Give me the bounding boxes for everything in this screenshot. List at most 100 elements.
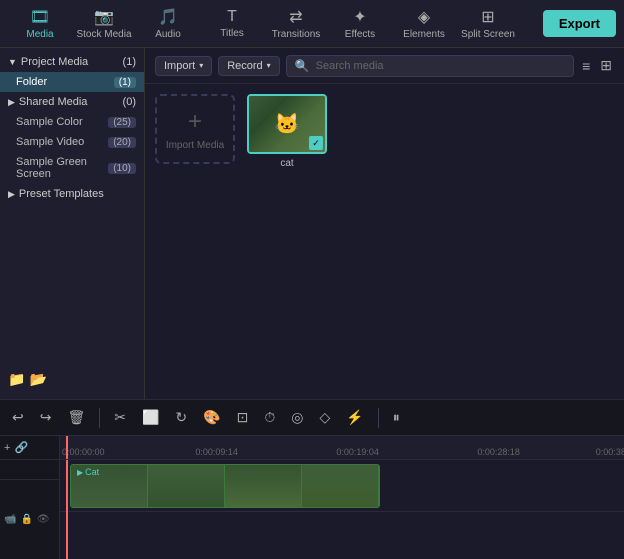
ruler-time-3: 0:00:28:18 <box>477 447 520 457</box>
plus-icon: + <box>188 108 202 136</box>
transitions-icon: ⇄ <box>289 7 302 27</box>
sidebar-item-sample-video[interactable]: Sample Video (20) <box>0 132 144 152</box>
timeline-ruler: 0:00:00:00 0:00:09:14 0:00:19:04 0:00:28… <box>60 436 624 460</box>
video-clip-cat[interactable]: ▶ Cat <box>70 464 380 508</box>
main-content: ▼ Project Media (1) Folder (1) ▶ Shared … <box>0 48 624 399</box>
record-button[interactable]: Record ▾ <box>218 56 279 76</box>
nav-media[interactable]: 🎞 Media <box>8 2 72 46</box>
nav-titles-label: Titles <box>220 28 244 39</box>
nav-stock-media[interactable]: 📷 Stock Media <box>72 2 136 46</box>
sidebar-item-sample-color[interactable]: Sample Color (25) <box>0 112 144 132</box>
search-icon: 🔍 <box>295 59 310 73</box>
sidebar-shared-label: Shared Media <box>19 96 88 108</box>
crop-icon[interactable]: ⬜ <box>138 407 163 428</box>
timeline-main: 0:00:00:00 0:00:09:14 0:00:19:04 0:00:28… <box>60 436 624 559</box>
nav-split-label: Split Screen <box>461 29 515 40</box>
grid-view-icon[interactable]: ⊞ <box>598 55 614 76</box>
nav-split-screen[interactable]: ⊞ Split Screen <box>456 2 520 46</box>
media-thumbnail-cat[interactable]: ✓ cat <box>247 94 327 169</box>
nav-elements-label: Elements <box>403 29 445 40</box>
link-icon[interactable]: 🔗 <box>14 441 28 454</box>
playhead <box>66 436 68 459</box>
ruler-marks: 0:00:00:00 0:00:09:14 0:00:19:04 0:00:28… <box>60 436 624 459</box>
export-button[interactable]: Export <box>543 10 616 37</box>
mute-video-icon[interactable]: 🔒 <box>20 514 32 525</box>
import-chevron-icon: ▾ <box>199 61 203 70</box>
delete-icon[interactable]: 🗑 <box>63 407 89 428</box>
ruler-time-4: 0:00:38:08 <box>596 447 624 457</box>
media-area: Import ▾ Record ▾ 🔍 ≡ ⊞ + Import Media <box>145 48 624 399</box>
timeline-toolbar: ↩ ↪ 🗑 ✂ ⬜ ↻ 🎨 ⊡ ⏱ ◎ ◇ ⚡ ⏸ <box>0 400 624 436</box>
ruler-time-1: 0:00:09:14 <box>195 447 238 457</box>
stock-media-icon: 📷 <box>94 7 114 27</box>
color-icon[interactable]: 🎨 <box>199 407 224 428</box>
sidebar-item-folder[interactable]: Folder (1) <box>0 72 144 92</box>
ruler-time-0: 0:00:00:00 <box>62 447 105 457</box>
freeze-icon[interactable]: ⏸ <box>389 407 404 428</box>
arrow-down-icon: ▼ <box>8 57 17 67</box>
crop2-icon[interactable]: ⊡ <box>233 407 253 428</box>
hide-video-icon[interactable]: 👁 <box>37 514 50 525</box>
sidebar-bottom-actions: 📁 📂 <box>0 365 145 394</box>
thumb-check-icon: ✓ <box>309 136 323 150</box>
import-media-button[interactable]: + Import Media <box>155 94 235 164</box>
clip-frame-4 <box>302 465 379 507</box>
record-chevron-icon: ▾ <box>267 61 271 70</box>
search-input[interactable] <box>316 60 565 72</box>
nav-transitions[interactable]: ⇄ Transitions <box>264 2 328 46</box>
tl-ruler-spacer <box>0 460 59 480</box>
speed-icon[interactable]: ⚡ <box>342 407 367 428</box>
top-nav: 🎞 Media 📷 Stock Media 🎵 Audio T Titles ⇄… <box>0 0 624 48</box>
sidebar-shared-count: (0) <box>123 96 136 108</box>
split-screen-icon: ⊞ <box>481 7 494 27</box>
thumb-wrap: ✓ <box>247 94 327 154</box>
media-grid: + Import Media ✓ cat <box>145 84 624 399</box>
sidebar-sample-color-count: (25) <box>108 117 136 128</box>
audio-icon: 🎵 <box>158 7 178 27</box>
sidebar-item-sample-green[interactable]: Sample Green Screen (10) <box>0 152 144 184</box>
timer-icon[interactable]: ⏱ <box>260 407 279 428</box>
mask-icon[interactable]: ◇ <box>315 407 334 428</box>
tl-left-controls: + 🔗 <box>0 436 59 460</box>
sidebar-project-media-label: Project Media <box>21 56 88 68</box>
undo-icon[interactable]: ↩ <box>8 407 28 428</box>
cut-icon[interactable]: ✂ <box>110 407 130 428</box>
add-track-icon[interactable]: + <box>4 442 10 454</box>
nav-audio[interactable]: 🎵 Audio <box>136 2 200 46</box>
nav-media-label: Media <box>26 29 53 40</box>
nav-audio-label: Audio <box>155 29 181 40</box>
effects-icon: ✦ <box>353 7 366 27</box>
playhead-track-line <box>66 460 68 559</box>
filter-icon[interactable]: ≡ <box>580 56 592 76</box>
clip-label: ▶ Cat <box>77 467 99 477</box>
import-button[interactable]: Import ▾ <box>155 56 212 76</box>
sidebar-folder-label: Folder <box>16 76 47 88</box>
rotate-icon[interactable]: ↻ <box>171 407 191 428</box>
nav-elements[interactable]: ◈ Elements <box>392 2 456 46</box>
timeline-section: ↩ ↪ 🗑 ✂ ⬜ ↻ 🎨 ⊡ ⏱ ◎ ◇ ⚡ ⏸ + 🔗 📹 🔒 👁 <box>0 399 624 559</box>
redo-icon[interactable]: ↪ <box>36 407 56 428</box>
sidebar-sample-green-count: (10) <box>108 163 136 174</box>
nav-titles[interactable]: T Titles <box>200 2 264 46</box>
sidebar-sample-video-label: Sample Video <box>16 136 84 148</box>
timeline-left-panel: + 🔗 📹 🔒 👁 <box>0 436 60 559</box>
import-folder-icon[interactable]: 📂 <box>29 371 46 388</box>
clip-frame-3 <box>225 465 302 507</box>
sidebar-project-media-header[interactable]: ▼ Project Media (1) <box>0 52 144 72</box>
timeline-tracks: ▶ Cat <box>60 460 624 559</box>
timeline-body: + 🔗 📹 🔒 👁 0:00:00:00 0:00:09:14 0:00:19:… <box>0 436 624 559</box>
sidebar-preset-templates-header[interactable]: ▶ Preset Templates <box>0 184 144 204</box>
tl-video-track-controls: 📹 🔒 👁 <box>0 480 59 559</box>
record-label: Record <box>227 60 262 72</box>
clip-name: Cat <box>85 467 99 477</box>
video-track-icon[interactable]: 📹 <box>4 514 16 525</box>
nav-effects[interactable]: ✦ Effects <box>328 2 392 46</box>
motion-icon[interactable]: ◎ <box>287 407 307 428</box>
nav-effects-label: Effects <box>345 29 375 40</box>
new-folder-icon[interactable]: 📁 <box>8 371 25 388</box>
sidebar-shared-media-header[interactable]: ▶ Shared Media (0) <box>0 92 144 112</box>
media-toolbar: Import ▾ Record ▾ 🔍 ≡ ⊞ <box>145 48 624 84</box>
clip-frame-2 <box>148 465 225 507</box>
sidebar-folder-count: (1) <box>114 77 136 88</box>
sidebar-sample-green-label: Sample Green Screen <box>16 156 108 180</box>
